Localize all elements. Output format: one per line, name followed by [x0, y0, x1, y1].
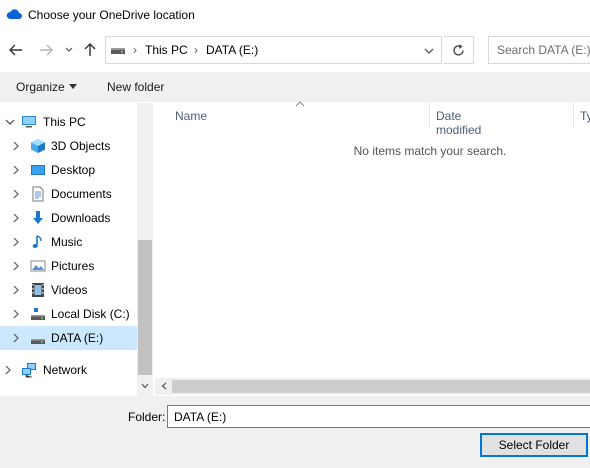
tree-item-label: Downloads: [51, 211, 111, 225]
tree-item-documents[interactable]: Documents: [0, 182, 137, 206]
breadcrumb-separator-icon[interactable]: ›: [133, 43, 137, 57]
scrollbar-thumb[interactable]: [172, 380, 590, 393]
chevron-right-icon[interactable]: [11, 165, 21, 175]
desktop-icon: [31, 165, 45, 175]
tree-item-desktop[interactable]: Desktop: [0, 158, 137, 182]
folder-field[interactable]: [167, 405, 590, 428]
chevron-right-icon[interactable]: [11, 333, 21, 343]
chevron-down-icon: [65, 47, 73, 52]
scroll-down-arrow-icon[interactable]: [141, 383, 149, 389]
tree-item-3d-objects[interactable]: 3D Objects: [0, 134, 137, 158]
tree-item-this-pc[interactable]: This PC: [0, 110, 137, 134]
computer-icon: [22, 116, 36, 128]
music-icon: [32, 235, 42, 248]
downloads-icon: [33, 211, 43, 224]
tree-item-videos[interactable]: Videos: [0, 278, 137, 302]
tree-item-local-disk-c[interactable]: Local Disk (C:): [0, 302, 137, 326]
caret-down-icon[interactable]: [69, 84, 77, 90]
chevron-expanded-icon[interactable]: [5, 117, 15, 127]
empty-message: No items match your search.: [353, 144, 507, 158]
forward-button[interactable]: [36, 40, 56, 60]
file-list-pane: Name Date modified Ty No items match you…: [155, 101, 590, 396]
onedrive-cloud-icon: [6, 9, 22, 19]
tree-item-music[interactable]: Music: [0, 230, 137, 254]
tree-item-downloads[interactable]: Downloads: [0, 206, 137, 230]
tree-item-label: This PC: [43, 115, 86, 129]
tree-item-data-e[interactable]: DATA (E:): [0, 326, 137, 350]
tree-item-label: Music: [51, 235, 83, 249]
drive-icon: [31, 339, 45, 344]
refresh-icon: [453, 43, 464, 56]
title-bar: Choose your OneDrive location: [0, 0, 590, 30]
tree-item-label: Documents: [51, 187, 112, 201]
breadcrumb-separator-icon[interactable]: ›: [194, 43, 198, 57]
select-folder-button[interactable]: Select Folder: [480, 433, 588, 457]
dialog-footer: Folder: Select Folder: [0, 396, 590, 468]
local-disk-icon: [31, 308, 45, 320]
tree-item-label: Desktop: [51, 163, 96, 177]
tree-item-label: Network: [43, 363, 88, 377]
arrow-up-icon: [84, 43, 96, 56]
arrow-left-icon: [9, 44, 22, 56]
navigation-pane: This PC 3D Objects Desktop Documents Dow…: [0, 103, 153, 396]
chevron-right-icon[interactable]: [11, 189, 21, 199]
empty-state: No items match your search.: [155, 103, 590, 396]
tree-item-label: DATA (E:): [51, 331, 104, 345]
recent-locations-button[interactable]: [62, 40, 76, 60]
tree-item-label: 3D Objects: [51, 139, 111, 153]
navigation-pane-scrollbar[interactable]: [137, 103, 153, 396]
breadcrumb-data-e[interactable]: DATA (E:): [206, 43, 258, 57]
new-folder-button[interactable]: New folder: [107, 80, 164, 94]
breadcrumb-this-pc[interactable]: This PC: [145, 43, 188, 57]
documents-icon: [32, 186, 44, 202]
tree-item-label: Videos: [51, 283, 88, 297]
search-placeholder: Search DATA (E:): [497, 43, 590, 57]
chevron-right-icon[interactable]: [11, 237, 21, 247]
arrow-right-icon: [40, 44, 53, 56]
videos-icon: [32, 283, 44, 297]
window-title: Choose your OneDrive location: [28, 8, 195, 22]
pictures-icon: [30, 260, 46, 272]
tree-item-pictures[interactable]: Pictures: [0, 254, 137, 278]
chevron-right-icon[interactable]: [11, 213, 21, 223]
search-input[interactable]: Search DATA (E:): [488, 36, 590, 64]
network-icon: [22, 363, 36, 378]
drive-icon: [111, 48, 125, 54]
back-button[interactable]: [6, 40, 26, 60]
tree-item-network[interactable]: Network: [0, 358, 137, 382]
file-list-scrollbar[interactable]: [155, 378, 590, 395]
chevron-right-icon[interactable]: [3, 365, 13, 375]
chevron-right-icon[interactable]: [11, 285, 21, 295]
organize-button[interactable]: Organize: [16, 80, 65, 94]
address-bar[interactable]: › This PC › DATA (E:): [105, 36, 442, 64]
3d-objects-icon: [31, 139, 45, 153]
refresh-button[interactable]: [444, 36, 474, 64]
folder-label: Folder:: [128, 410, 166, 424]
chevron-down-icon[interactable]: [423, 45, 435, 57]
chevron-right-icon[interactable]: [11, 141, 21, 151]
up-button[interactable]: [80, 40, 100, 60]
tree-item-label: Pictures: [51, 259, 95, 273]
navigation-bar: › This PC › DATA (E:) Search DATA (E:): [0, 30, 590, 70]
tree-item-label: Local Disk (C:): [51, 307, 130, 321]
scroll-left-arrow-icon[interactable]: [161, 382, 167, 390]
chevron-right-icon[interactable]: [11, 309, 21, 319]
command-bar: Organize New folder: [0, 72, 590, 102]
chevron-right-icon[interactable]: [11, 261, 21, 271]
scrollbar-thumb[interactable]: [138, 240, 152, 375]
